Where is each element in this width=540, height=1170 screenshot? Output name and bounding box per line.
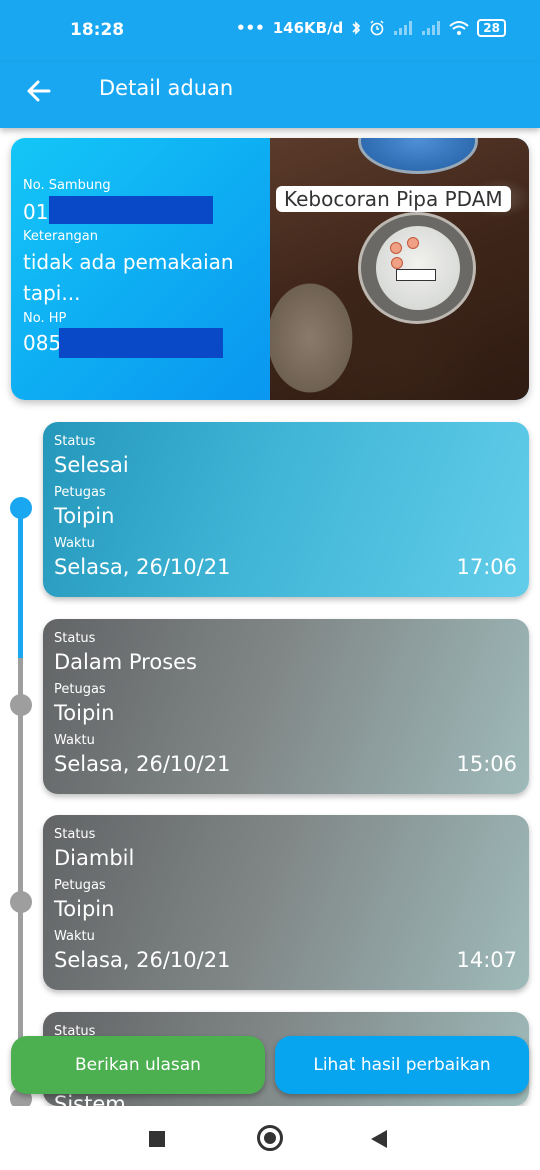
wifi-icon	[449, 21, 469, 35]
petugas-label: Petugas	[54, 485, 106, 500]
no-hp-value: 085	[23, 331, 62, 355]
timeline-line	[18, 658, 23, 1098]
status-value: Selesai	[54, 453, 129, 477]
meter-face	[376, 226, 460, 310]
keterangan-value-line1: tidak ada pemakaian	[23, 250, 234, 274]
arrow-left-icon[interactable]	[22, 74, 56, 108]
complaint-details: No. Sambung 01 Keterangan tidak ada pema…	[23, 138, 268, 400]
status-value: Diambil	[54, 846, 135, 870]
system-nav-bar	[0, 1106, 540, 1170]
petugas-label: Petugas	[54, 682, 106, 697]
status-icons: ••• 146KB/d 28	[236, 19, 506, 37]
circle-home-icon[interactable]	[257, 1125, 283, 1151]
timeline-dot	[10, 891, 32, 913]
timeline-line-active	[18, 508, 23, 658]
status-value: Sistem	[54, 1092, 126, 1106]
meter-dial	[391, 257, 403, 269]
time-value: 17:06	[456, 555, 517, 579]
keterangan-value-line2: tapi...	[23, 281, 81, 305]
redaction-box	[59, 328, 223, 358]
meter-digits	[396, 269, 436, 281]
no-sambung-value: 01	[23, 200, 49, 224]
review-button[interactable]: Berikan ulasan	[11, 1036, 265, 1094]
meter-dial	[390, 242, 402, 254]
status-card[interactable]: Status Diambil Petugas Toipin Waktu Sela…	[43, 815, 529, 990]
bluetooth-icon	[352, 21, 361, 35]
pipe-image	[358, 138, 478, 174]
time-value: 15:06	[456, 752, 517, 776]
square-icon[interactable]	[149, 1131, 165, 1147]
date-value: Selasa, 26/10/21	[54, 752, 231, 776]
category-label: Kebocoran Pipa PDAM	[276, 186, 511, 212]
date-value: Selasa, 26/10/21	[54, 555, 231, 579]
signal-icon	[422, 21, 441, 35]
redaction-box	[49, 196, 213, 224]
status-value: Dalam Proses	[54, 650, 197, 674]
status-label: Status	[54, 827, 96, 842]
status-card[interactable]: Status Dalam Proses Petugas Toipin Waktu…	[43, 619, 529, 794]
petugas-value: Toipin	[54, 897, 115, 921]
petugas-label: Petugas	[54, 878, 106, 893]
no-sambung-label: No. Sambung	[23, 178, 111, 193]
net-speed: 146KB/d	[272, 19, 344, 37]
complaint-card: No. Sambung 01 Keterangan tidak ada pema…	[11, 138, 529, 400]
waktu-label: Waktu	[54, 536, 95, 551]
status-bar: 18:28 ••• 146KB/d 28	[0, 0, 540, 62]
status-card[interactable]: Status Selesai Petugas Toipin Waktu Sela…	[43, 422, 529, 597]
app-bar: Detail aduan	[0, 62, 540, 128]
keterangan-label: Keterangan	[23, 229, 98, 244]
status-label: Status	[54, 631, 96, 646]
petugas-value: Toipin	[54, 504, 115, 528]
no-hp-label: No. HP	[23, 311, 67, 326]
dots-icon: •••	[235, 19, 265, 37]
triangle-back-icon[interactable]	[371, 1130, 387, 1148]
complaint-photo[interactable]: Kebocoran Pipa PDAM	[270, 138, 529, 400]
timeline-dot-active	[10, 497, 32, 519]
waktu-label: Waktu	[54, 733, 95, 748]
meter-dial	[407, 237, 419, 249]
time-value: 14:07	[456, 948, 517, 972]
screen: 18:28 ••• 146KB/d 28 Detail aduan No. Sa…	[0, 0, 540, 1170]
battery-icon: 28	[477, 19, 506, 37]
page-title: Detail aduan	[99, 76, 234, 100]
status-label: Status	[54, 434, 96, 449]
petugas-value: Toipin	[54, 701, 115, 725]
view-repair-button[interactable]: Lihat hasil perbaikan	[275, 1036, 529, 1094]
alarm-icon	[370, 20, 384, 36]
waktu-label: Waktu	[54, 929, 95, 944]
signal-icon	[394, 21, 413, 35]
status-time: 18:28	[70, 20, 125, 40]
timeline-dot	[10, 694, 32, 716]
date-value: Selasa, 26/10/21	[54, 948, 231, 972]
